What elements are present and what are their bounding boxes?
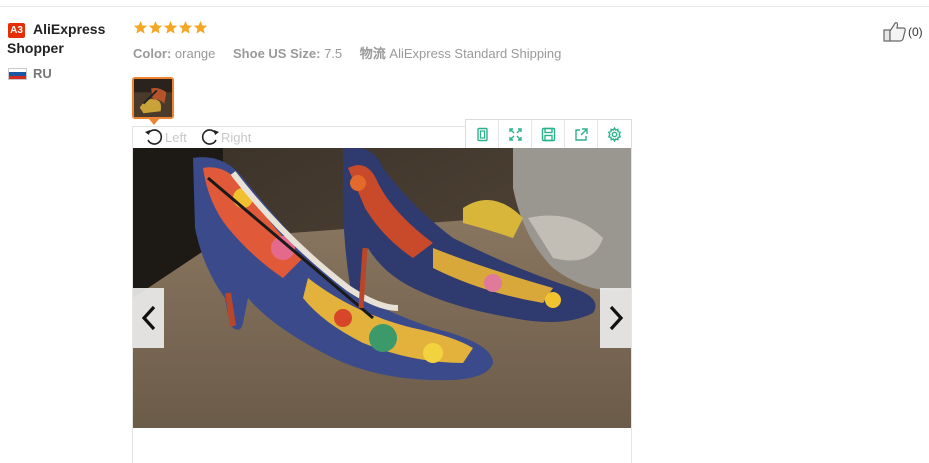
chevron-right-icon	[607, 304, 625, 332]
chevron-left-icon	[140, 304, 158, 332]
helpful-count: (0)	[908, 25, 923, 39]
order-attributes: Color: orange Shoe US Size: 7.5 物流 AliEx…	[133, 43, 575, 62]
rotate-right-icon	[199, 126, 221, 148]
attr-color-value: orange	[174, 46, 216, 61]
next-photo-button[interactable]	[600, 288, 631, 348]
open-new-window-button[interactable]	[565, 120, 598, 148]
rotate-right-label: Right	[221, 129, 252, 145]
attr-size-key: Shoe US Size:	[233, 46, 321, 61]
rotate-left-button[interactable]: Left	[143, 126, 187, 148]
fullscreen-button[interactable]	[499, 120, 532, 148]
star-rating	[133, 20, 208, 35]
save-icon	[541, 127, 556, 142]
previous-photo-button[interactable]	[133, 288, 164, 348]
reviewer-country: RU	[33, 66, 52, 81]
reviewer-level-badge: A3	[8, 23, 25, 38]
photo-thumbnail[interactable]	[132, 77, 174, 119]
attr-size-value: 7.5	[324, 46, 343, 61]
helpful-button[interactable]: (0)	[883, 21, 923, 43]
rotate-left-label: Left	[165, 129, 187, 145]
fullscreen-icon	[508, 127, 523, 142]
star-icon	[178, 20, 193, 35]
settings-icon	[607, 126, 622, 142]
star-icon	[133, 20, 148, 35]
settings-button[interactable]	[598, 120, 631, 148]
top-divider	[0, 6, 929, 7]
viewer-toolbar	[465, 119, 632, 149]
rotate-right-button[interactable]: Right	[199, 126, 251, 148]
open-new-window-icon	[574, 127, 589, 142]
attr-color-key: Color:	[133, 46, 172, 61]
fit-screen-icon	[475, 127, 490, 142]
star-icon	[148, 20, 163, 35]
star-icon	[193, 20, 208, 35]
attr-shipping-key: 物流	[359, 46, 386, 61]
review-photo	[133, 148, 631, 428]
attr-shipping-value: AliExpress Standard Shipping	[389, 46, 562, 61]
rotate-left-icon	[143, 126, 165, 148]
save-image-button[interactable]	[532, 120, 565, 148]
thumbnail-pointer	[149, 119, 159, 125]
star-icon	[163, 20, 178, 35]
fit-screen-button[interactable]	[466, 120, 499, 148]
country-flag-icon	[8, 68, 27, 80]
thumbs-up-icon	[883, 21, 907, 43]
